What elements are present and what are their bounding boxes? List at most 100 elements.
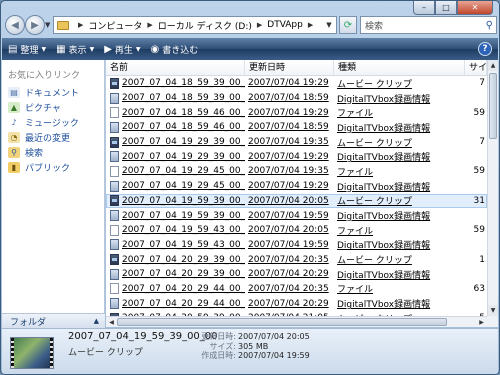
- refresh-button[interactable]: ⟳: [339, 16, 357, 34]
- close-button[interactable]: ✕: [457, 1, 493, 15]
- cell-size: 1: [479, 254, 485, 265]
- crumb-dtvapp[interactable]: DTVApp: [267, 20, 303, 30]
- file-name[interactable]: 2007_07_04_20_29_39_00_00: [122, 269, 245, 279]
- cell-name[interactable]: 2007_07_04_19_59_39_00_00: [106, 210, 245, 222]
- file-name[interactable]: 2007_07_04_19_59_39_00_00: [122, 211, 245, 221]
- play-icon: ▶: [104, 43, 112, 55]
- cell-name[interactable]: 2007_07_04_19_29_45_00_01: [106, 165, 245, 177]
- chevron-right-icon[interactable]: ▶: [78, 21, 83, 29]
- table-row[interactable]: 2007_07_04_20_29_44_00_01 2007/07/04 20:2…: [106, 296, 487, 311]
- cell-name[interactable]: 2007_07_04_20_29_44_00_01: [106, 283, 245, 295]
- file-name[interactable]: 2007_07_04_18_59_39_00_00: [122, 78, 245, 88]
- table-row[interactable]: 2007_07_04_19_59_43_00_01 2007/07/04 19:5…: [106, 238, 487, 253]
- organize-button[interactable]: ▤ 整理 ▼: [8, 43, 46, 56]
- scroll-up-icon[interactable]: ▲: [488, 60, 498, 71]
- maximize-button[interactable]: □: [435, 1, 457, 15]
- scroll-down-icon[interactable]: ▼: [488, 305, 498, 316]
- cell-name[interactable]: 2007_07_04_19_29_39_00_00: [106, 136, 245, 148]
- file-name[interactable]: 2007_07_04_19_59_39_00_00: [122, 196, 245, 206]
- cell-name[interactable]: 2007_07_04_18_59_39_00_00: [106, 77, 245, 89]
- nav-item-music[interactable]: ♪ ミュージック: [2, 115, 104, 130]
- cell-date: 2007/07/04 19:29: [248, 78, 329, 89]
- table-row[interactable]: 2007_07_04_20_29_39_00_00 2007/07/04 20:2…: [106, 267, 487, 282]
- file-name[interactable]: 2007_07_04_19_29_39_00_00: [122, 152, 245, 162]
- table-row[interactable]: 2007_07_04_18_59_46_00_01 2007/07/04 18:5…: [106, 120, 487, 135]
- horizontal-scrollbar[interactable]: ◀ ▶: [106, 316, 487, 327]
- table-row[interactable]: 2007_07_04_18_59_39_00_00 2007/07/04 19:2…: [106, 76, 487, 91]
- chevron-right-icon[interactable]: ▶: [308, 21, 313, 29]
- cell-name[interactable]: 2007_07_04_19_29_45_00_01: [106, 180, 245, 192]
- file-name[interactable]: 2007_07_04_18_59_46_00_01: [122, 108, 245, 118]
- address-bar[interactable]: ▶ コンピュータ ▶ ローカル ディスク (D:) ▶ DTVApp ▶ ▼: [53, 16, 337, 34]
- play-button[interactable]: ▶ 再生 ▼: [104, 43, 140, 56]
- file-name[interactable]: 2007_07_04_19_59_43_00_01: [122, 225, 245, 235]
- crumb-local-disk[interactable]: ローカル ディスク (D:): [158, 19, 252, 32]
- folders-toggle[interactable]: フォルダ ▲: [2, 313, 105, 328]
- file-name[interactable]: 2007_07_04_18_59_46_00_01: [122, 122, 245, 132]
- cell-name[interactable]: 2007_07_04_19_59_39_00_00: [106, 195, 245, 207]
- table-row[interactable]: 2007_07_04_19_59_39_00_00 2007/07/04 20:0…: [106, 193, 487, 209]
- cell-date: 2007/07/04 20:35: [248, 254, 329, 265]
- search-icon[interactable]: ⚲: [486, 20, 493, 31]
- chevron-right-icon[interactable]: ▶: [257, 21, 262, 29]
- cell-name[interactable]: 2007_07_04_19_29_39_00_00: [106, 151, 245, 163]
- folder-icon: [57, 20, 69, 30]
- nav-item-search[interactable]: ⚲ 検索: [2, 145, 104, 160]
- cell-name[interactable]: 2007_07_04_20_29_39_00_00: [106, 254, 245, 266]
- table-row[interactable]: 2007_07_04_20_29_44_00_01 2007/07/04 20:3…: [106, 282, 487, 297]
- cell-name[interactable]: 2007_07_04_18_59_46_00_01: [106, 107, 245, 119]
- nav-item-pictures[interactable]: ▲ ピクチャ: [2, 100, 104, 115]
- file-name[interactable]: 2007_07_04_19_29_45_00_01: [122, 181, 245, 191]
- table-row[interactable]: 2007_07_04_19_59_43_00_01 2007/07/04 20:0…: [106, 223, 487, 238]
- vertical-scrollbar[interactable]: ▲ ▼: [487, 60, 498, 316]
- search-input[interactable]: 検索 ⚲: [360, 16, 497, 34]
- cell-name[interactable]: 2007_07_04_18_59_46_00_01: [106, 121, 245, 133]
- column-header-type[interactable]: 種類: [334, 60, 465, 75]
- chevron-right-icon[interactable]: ▶: [147, 21, 152, 29]
- file-name[interactable]: 2007_07_04_19_59_43_00_01: [122, 240, 245, 250]
- burn-button[interactable]: ◉ 書き込む: [151, 43, 199, 56]
- cell-name[interactable]: 2007_07_04_20_29_39_00_00: [106, 268, 245, 280]
- file-name[interactable]: 2007_07_04_19_29_45_00_01: [122, 166, 245, 176]
- table-row[interactable]: 2007_07_04_18_59_46_00_01 2007/07/04 19:2…: [106, 105, 487, 120]
- cell-name[interactable]: 2007_07_04_19_59_43_00_01: [106, 224, 245, 236]
- table-row[interactable]: 2007_07_04_19_29_39_00_00 2007/07/04 19:3…: [106, 135, 487, 150]
- back-button[interactable]: ◀: [5, 15, 25, 35]
- column-header-size[interactable]: サイ: [465, 60, 487, 75]
- views-button[interactable]: ▦ 表示 ▼: [56, 43, 94, 56]
- table-row[interactable]: 2007_07_04_19_29_45_00_01 2007/07/04 19:3…: [106, 164, 487, 179]
- table-row[interactable]: 2007_07_04_19_29_39_00_00 2007/07/04 19:2…: [106, 149, 487, 164]
- file-name[interactable]: 2007_07_04_20_29_44_00_01: [122, 284, 245, 294]
- modified-value: 2007/07/04 20:05: [238, 332, 310, 341]
- chevron-down-icon: ▼: [135, 45, 141, 53]
- crumb-computer[interactable]: コンピュータ: [88, 19, 142, 32]
- nav-item-documents[interactable]: ▤ ドキュメント: [2, 85, 104, 100]
- info-file-icon: [110, 92, 119, 104]
- help-button[interactable]: ?: [478, 42, 492, 56]
- scroll-right-icon[interactable]: ▶: [476, 317, 487, 327]
- music-icon: ♪: [11, 118, 17, 127]
- column-header-name[interactable]: 名前: [106, 60, 245, 75]
- address-dropdown-icon[interactable]: ▼: [322, 17, 336, 33]
- table-row[interactable]: 2007_07_04_19_29_45_00_01 2007/07/04 19:2…: [106, 179, 487, 194]
- cell-name[interactable]: 2007_07_04_20_29_44_00_01: [106, 298, 245, 310]
- table-row[interactable]: 2007_07_04_18_59_39_00_00 2007/07/04 18:5…: [106, 91, 487, 106]
- scroll-left-icon[interactable]: ◀: [106, 317, 117, 327]
- info-file-icon: [110, 298, 119, 310]
- file-name[interactable]: 2007_07_04_20_29_39_00_00: [122, 255, 245, 265]
- nav-item-public[interactable]: ▮ パブリック: [2, 160, 104, 175]
- cell-name[interactable]: 2007_07_04_19_59_43_00_01: [106, 239, 245, 251]
- table-row[interactable]: 2007_07_04_19_59_39_00_00 2007/07/04 19:5…: [106, 208, 487, 223]
- hscroll-thumb[interactable]: [117, 318, 447, 326]
- file-name[interactable]: 2007_07_04_18_59_39_00_00: [122, 93, 245, 103]
- table-row[interactable]: 2007_07_04_20_29_39_00_00 2007/07/04 20:3…: [106, 252, 487, 267]
- forward-button[interactable]: ▶: [25, 15, 45, 35]
- scroll-thumb[interactable]: [489, 73, 497, 139]
- minimize-button[interactable]: –: [413, 1, 435, 15]
- file-name[interactable]: 2007_07_04_20_29_44_00_01: [122, 299, 245, 309]
- recent-pages-dropdown[interactable]: ▼: [45, 21, 50, 29]
- column-header-date[interactable]: 更新日時: [245, 60, 334, 75]
- cell-name[interactable]: 2007_07_04_18_59_39_00_00: [106, 92, 245, 104]
- file-name[interactable]: 2007_07_04_19_29_39_00_00: [122, 137, 245, 147]
- nav-item-recent[interactable]: ◔ 最近の変更: [2, 130, 104, 145]
